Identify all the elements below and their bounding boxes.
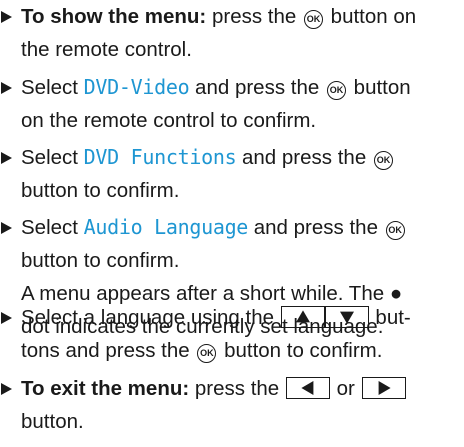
left-arrow-key-icon (285, 377, 330, 399)
menu-term: DVD Functions (83, 145, 237, 169)
arrow-bullet-icon (1, 82, 12, 94)
step-text: Select (21, 216, 84, 239)
arrow-bullet-icon (1, 383, 12, 395)
step-1: To show the menu: press the OK button on… (0, 0, 464, 66)
step-text: Select (21, 76, 84, 99)
step-3: Select DVD Functions and press the OK bu… (0, 141, 464, 207)
step-text: press the (206, 5, 302, 28)
step-text: or (330, 377, 361, 400)
right-arrow-key-icon (361, 377, 406, 399)
step-text: and press the (189, 76, 325, 99)
step-text: tons and press the (21, 339, 196, 362)
arrow-bullet-icon (1, 152, 12, 164)
ok-button-icon: OK (303, 10, 323, 29)
step-text: but- (369, 306, 411, 329)
step-heading: To exit the menu: (21, 377, 190, 400)
step-text: button to confirm. (218, 339, 383, 362)
up-arrow-key-icon (280, 306, 325, 328)
menu-term: DVD-Video (83, 75, 190, 99)
arrow-bullet-icon (1, 11, 12, 23)
step-2: Select DVD-Video and press the OK button… (0, 71, 464, 137)
step-text: button to confirm. (21, 249, 180, 272)
ok-button-icon: OK (385, 221, 405, 240)
step-text: the remote control. (21, 38, 192, 61)
step-6: To exit the menu: press the or button. (0, 372, 464, 438)
step-text: button to confirm. (21, 179, 180, 202)
ok-button-icon: OK (373, 151, 393, 170)
instruction-document: To show the menu: press the OK button on… (0, 0, 464, 447)
step-text: button. (21, 410, 84, 433)
step-text: button (347, 76, 411, 99)
menu-term: Audio Language (83, 215, 249, 239)
ok-button-icon: OK (326, 81, 346, 100)
ok-button-icon: OK (197, 344, 217, 363)
step-text: press the (189, 377, 285, 400)
down-arrow-key-icon (324, 306, 369, 328)
arrow-bullet-icon (1, 222, 12, 234)
step-text: Select (21, 146, 84, 169)
step-text: Select a language using the (21, 306, 280, 329)
arrow-bullet-icon (1, 312, 12, 324)
step-text: on the remote control to confirm. (21, 109, 317, 132)
step-heading: To show the menu: (21, 5, 207, 28)
step-5: Select a language using the but- tons an… (0, 301, 464, 367)
step-text: and press the (248, 216, 384, 239)
step-text: button on (324, 5, 417, 28)
step-text: and press the (236, 146, 372, 169)
